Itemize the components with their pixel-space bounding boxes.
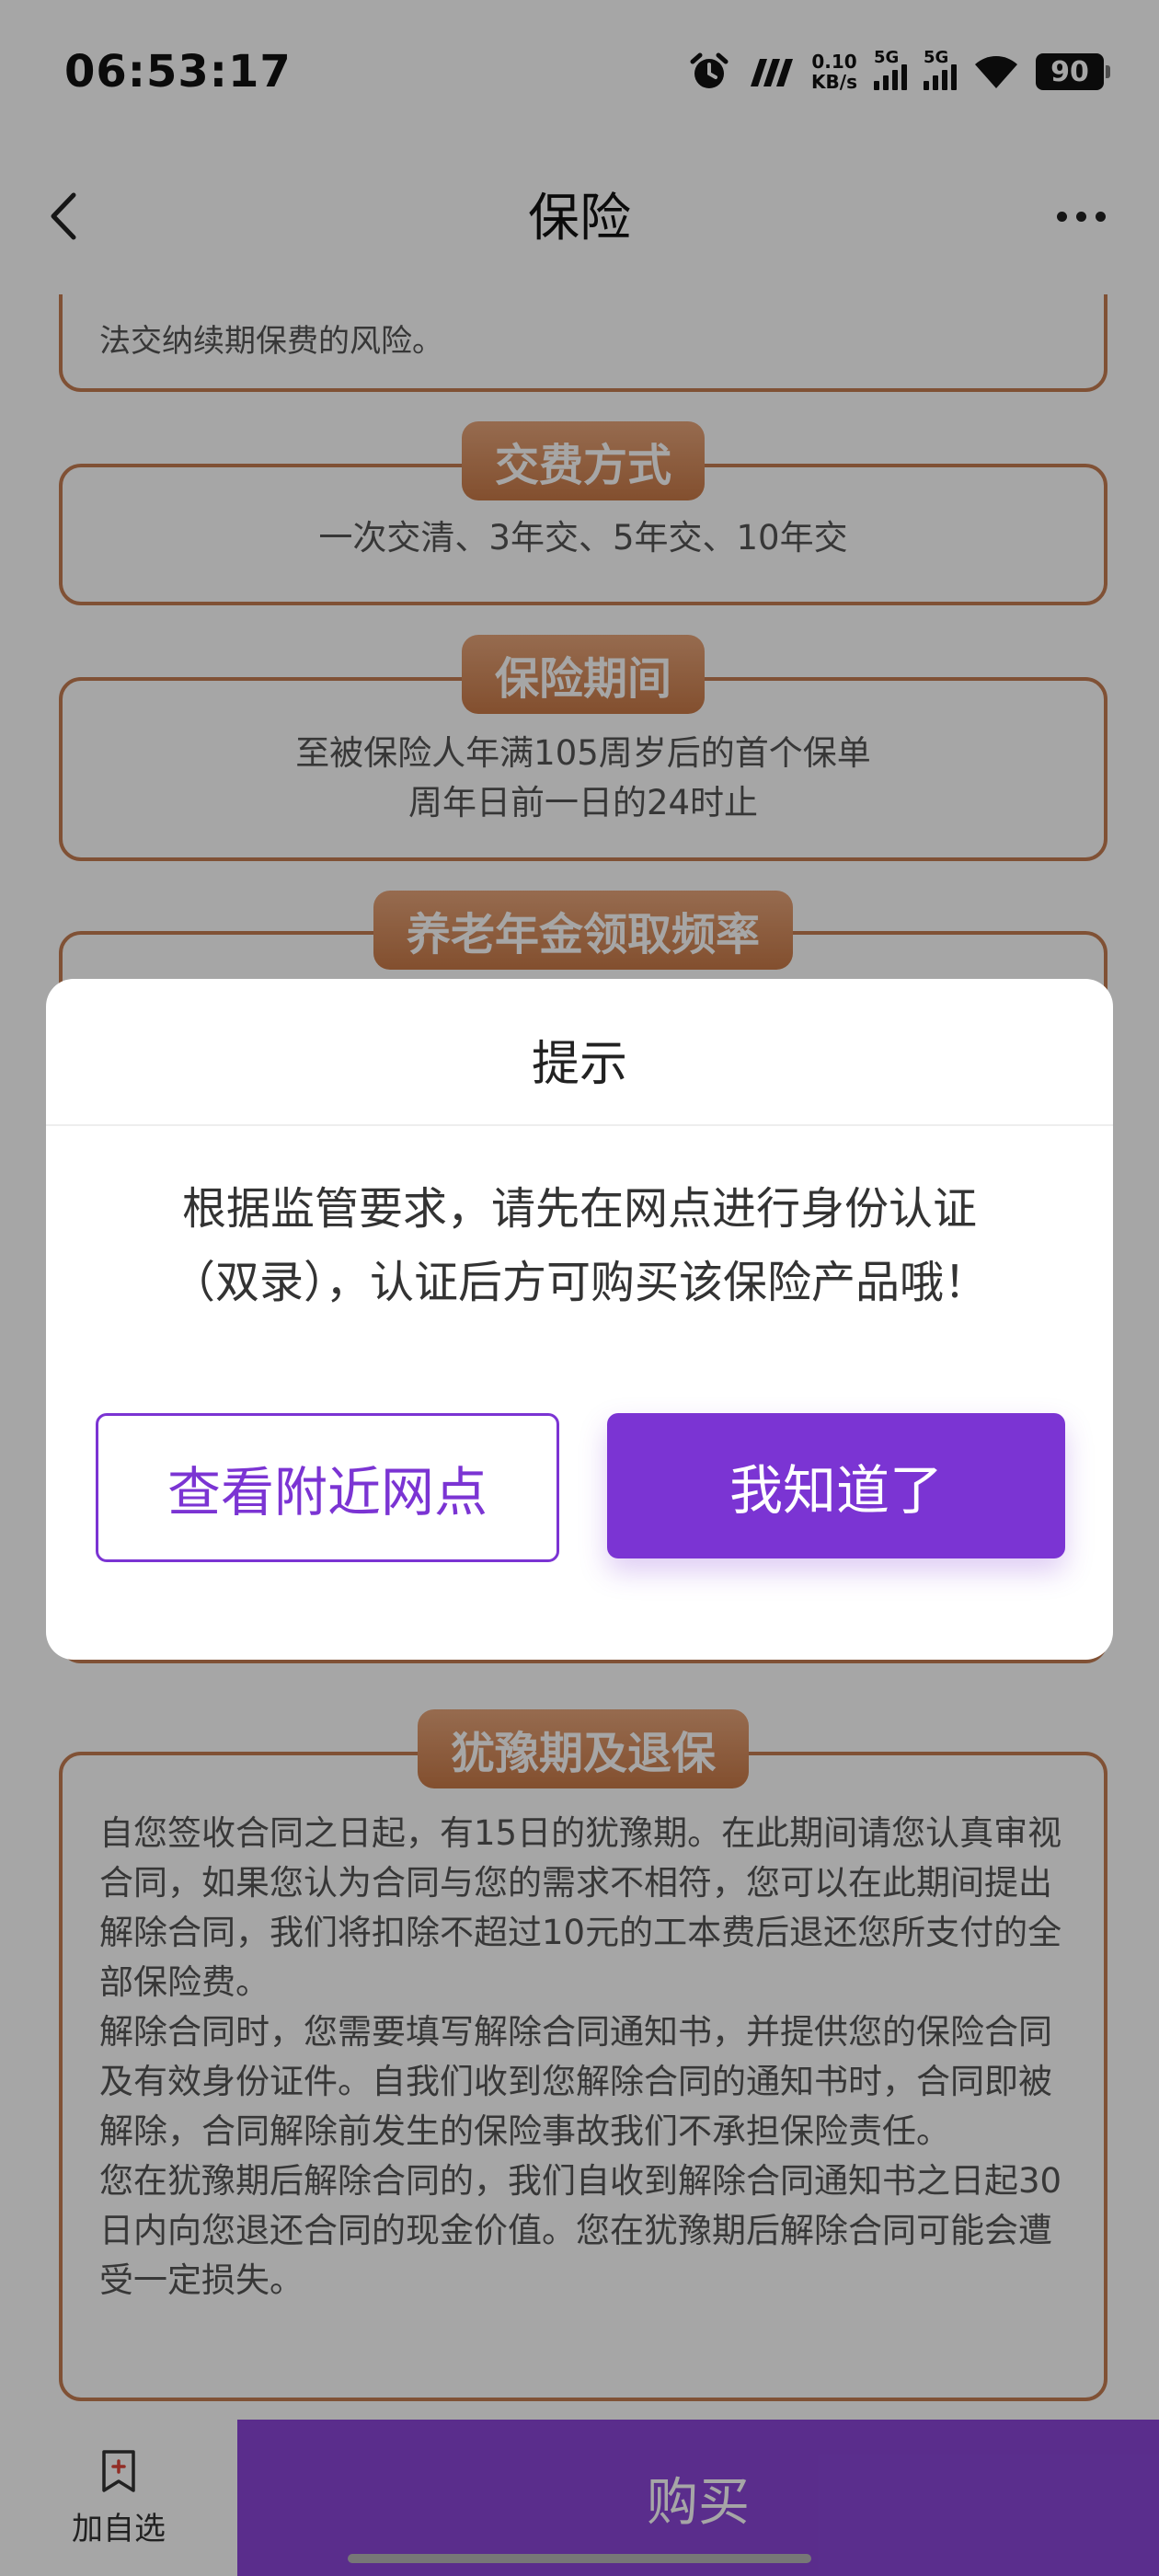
dialog-title: 提示: [531, 1037, 627, 1092]
got-it-button[interactable]: 我知道了: [607, 1413, 1065, 1558]
home-indicator[interactable]: [348, 2554, 811, 2563]
view-nearby-branches-button[interactable]: 查看附近网点: [96, 1413, 559, 1562]
dialog-message-line-2: （双录），认证后方可购买该保险产品哦！: [170, 1257, 988, 1308]
dialog-message: 根据监管要求，请先在网点进行身份认证 （双录），认证后方可购买该保险产品哦！: [120, 1172, 1039, 1319]
dialog-message-line-1: 根据监管要求，请先在网点进行身份认证: [181, 1183, 977, 1235]
notice-dialog: 提示 根据监管要求，请先在网点进行身份认证 （双录），认证后方可购买该保险产品哦…: [46, 979, 1113, 1660]
dialog-divider: [46, 1124, 1113, 1126]
